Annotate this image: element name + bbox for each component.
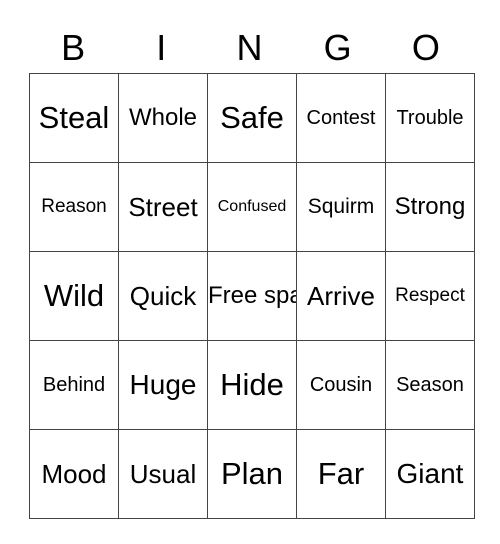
card-cell[interactable]: Cousin	[296, 340, 386, 430]
card-cell[interactable]: Arrive	[296, 251, 386, 341]
card-cell[interactable]: Behind	[29, 340, 119, 430]
card-cell[interactable]: Plan	[207, 429, 297, 519]
header-letter-n: N	[236, 27, 263, 68]
card-cell[interactable]: Far	[296, 429, 386, 519]
card-cell[interactable]: Reason	[29, 162, 119, 252]
header-letter-g: G	[323, 27, 352, 68]
header-letter-i: I	[156, 27, 167, 68]
card-cell[interactable]: Giant	[385, 429, 475, 519]
card-row: Wild Quick Free space Arrive Respect	[29, 251, 475, 341]
card-cell[interactable]: Squirm	[296, 162, 386, 252]
card-cell[interactable]: Contest	[296, 73, 386, 163]
card-cell[interactable]: Hide	[207, 340, 297, 430]
card-cell[interactable]: Strong	[385, 162, 475, 252]
bingo-header: B I N G O	[29, 26, 470, 70]
card-cell[interactable]: Confused	[207, 162, 297, 252]
card-cell[interactable]: Steal	[29, 73, 119, 163]
card-cell[interactable]: Trouble	[385, 73, 475, 163]
header-letter-b: B	[61, 27, 86, 68]
card-cell[interactable]: Whole	[118, 73, 208, 163]
card-cell[interactable]: Respect	[385, 251, 475, 341]
card-cell[interactable]: Safe	[207, 73, 297, 163]
card-row: Behind Huge Hide Cousin Season	[29, 340, 475, 430]
card-cell[interactable]: Street	[118, 162, 208, 252]
card-row: Steal Whole Safe Contest Trouble	[29, 73, 475, 163]
bingo-card: Steal Whole Safe Contest Trouble Reason …	[29, 73, 475, 519]
card-cell[interactable]: Quick	[118, 251, 208, 341]
card-row: Mood Usual Plan Far Giant	[29, 429, 475, 519]
card-cell[interactable]: Wild	[29, 251, 119, 341]
card-cell[interactable]: Usual	[118, 429, 208, 519]
free-space-cell[interactable]: Free space	[207, 251, 297, 341]
card-cell[interactable]: Mood	[29, 429, 119, 519]
card-cell[interactable]: Season	[385, 340, 475, 430]
card-cell[interactable]: Huge	[118, 340, 208, 430]
header-letter-o: O	[411, 27, 440, 68]
card-row: Reason Street Confused Squirm Strong	[29, 162, 475, 252]
